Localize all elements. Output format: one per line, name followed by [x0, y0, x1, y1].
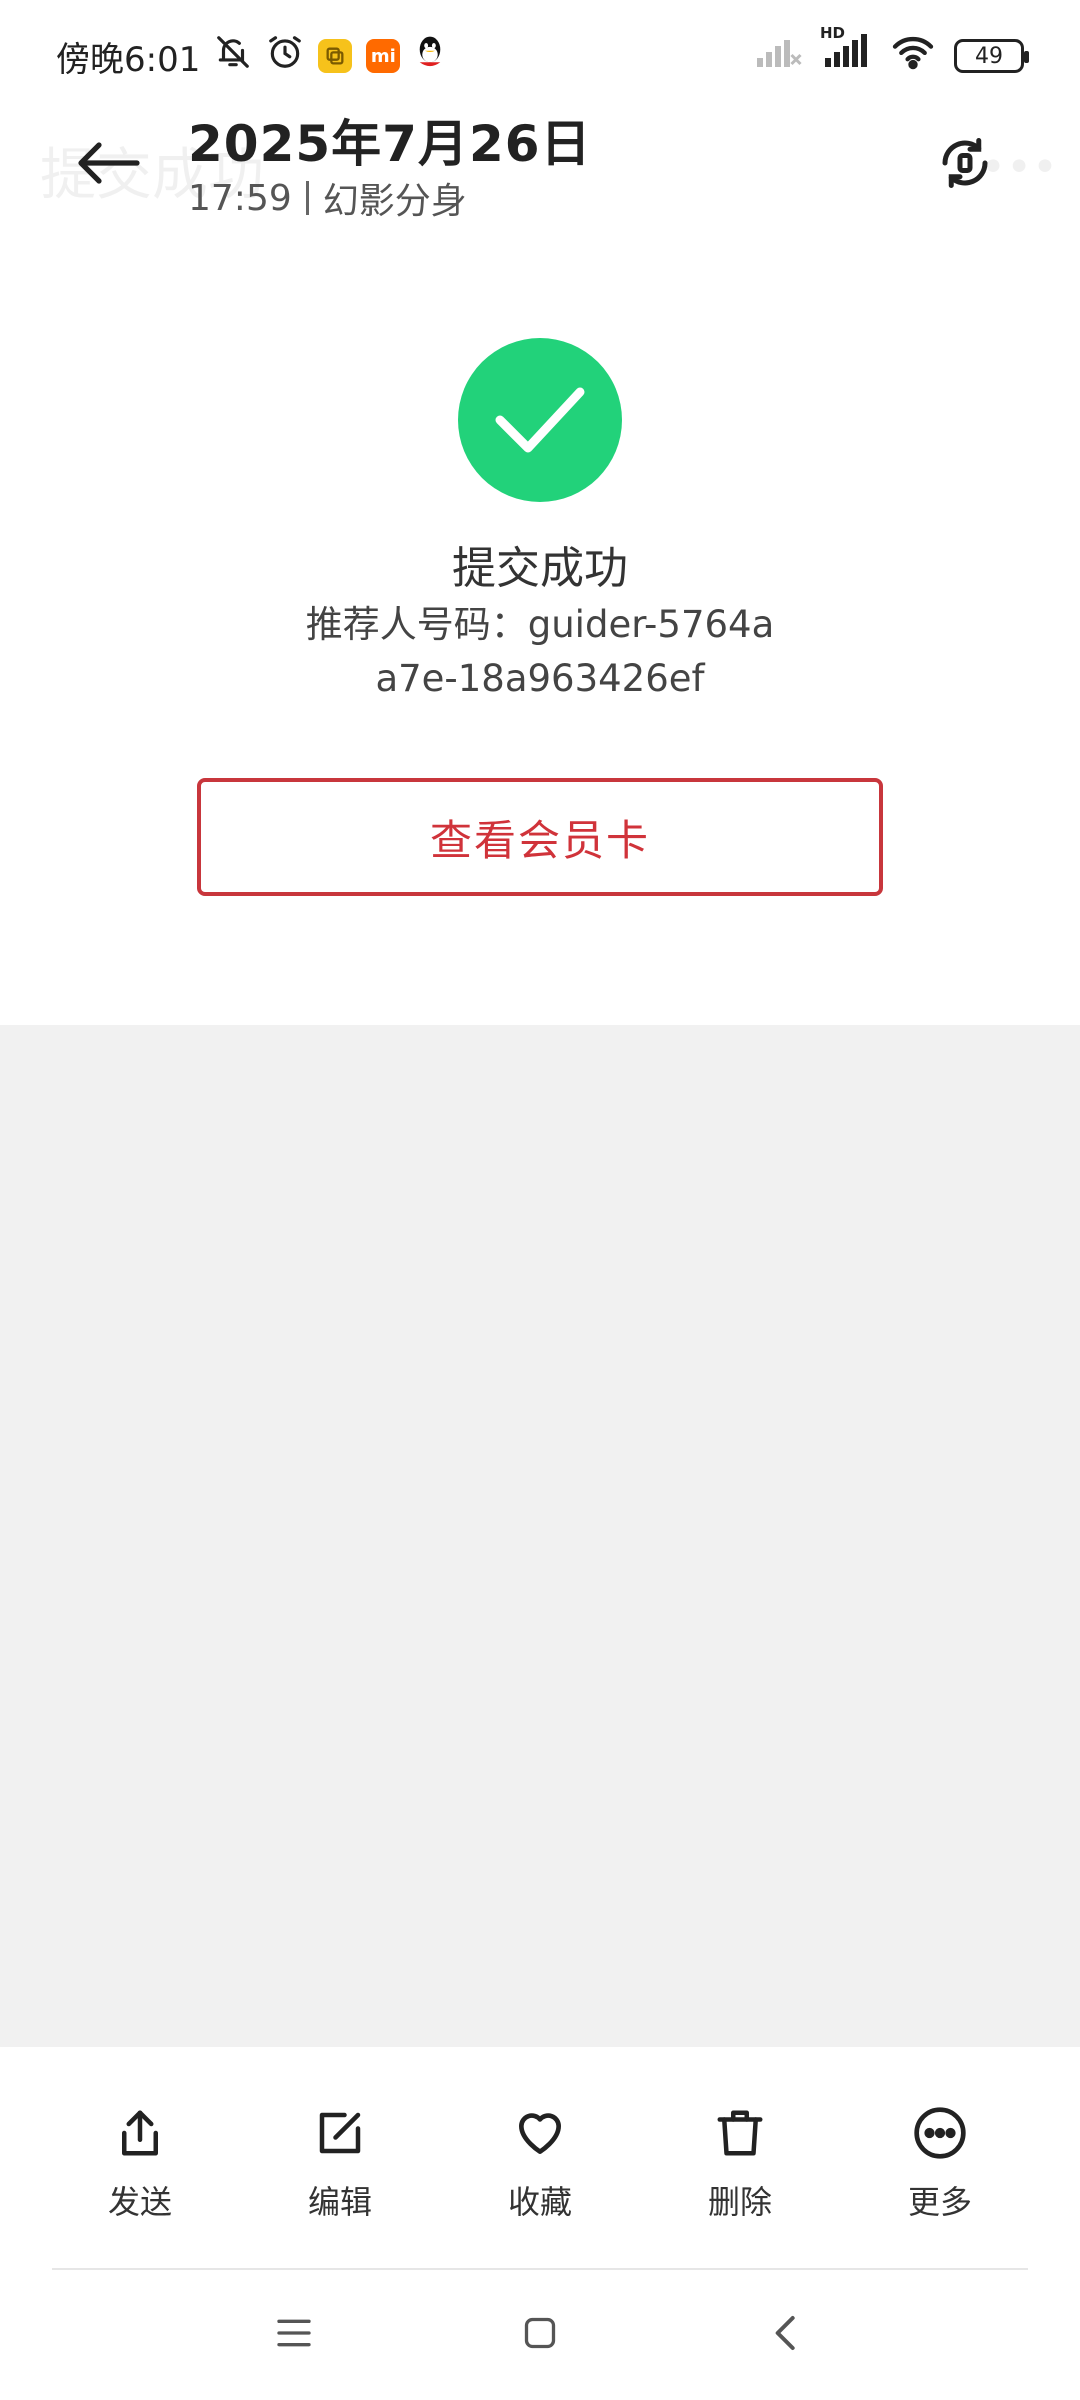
home-icon: [522, 2315, 558, 2355]
ghost-more-icon: •••: [980, 142, 1058, 193]
result-panel: 提交成功 推荐人号码：guider-5764aa7e-18a963426ef 查…: [0, 230, 1080, 1025]
back-button[interactable]: [64, 130, 154, 200]
header-time: 17:59: [188, 177, 292, 219]
status-left: 傍晚6:01 mi: [56, 32, 446, 81]
screenshot-page: 傍晚6:01 mi HD 49 提交成功 2025年7月26日 17:59 幻影…: [0, 0, 1080, 2400]
action-bar: 发送 编辑 收藏 删除 更多: [0, 2047, 1080, 2267]
empty-area: [0, 1025, 1080, 2047]
more-icon: [912, 2105, 968, 2165]
date-title: 2025年7月26日: [188, 115, 592, 173]
favorite-button[interactable]: 收藏: [465, 2105, 615, 2267]
more-label: 更多: [907, 2183, 972, 2221]
edit-button[interactable]: 编辑: [265, 2105, 415, 2267]
separator: [305, 181, 309, 215]
edit-icon: [313, 2105, 367, 2165]
system-nav-bar: [0, 2270, 1080, 2400]
referrer-label: 推荐人号码：: [305, 603, 528, 646]
recents-button[interactable]: [264, 2305, 324, 2365]
arrow-left-icon: [77, 141, 141, 189]
header-subline: 17:59 幻影分身: [188, 172, 467, 224]
status-bar: 傍晚6:01 mi HD 49: [0, 0, 1080, 112]
status-time: 傍晚6:01: [56, 39, 201, 80]
delete-button[interactable]: 删除: [665, 2105, 815, 2267]
heart-icon: [512, 2105, 568, 2165]
delete-label: 删除: [707, 2183, 772, 2221]
view-member-card-button[interactable]: 查看会员卡: [197, 778, 883, 896]
referrer-text: 推荐人号码：guider-5764aa7e-18a963426ef: [300, 598, 780, 706]
wifi-icon: [890, 34, 936, 79]
success-icon: [458, 338, 622, 502]
edit-label: 编辑: [307, 2183, 372, 2221]
menu-icon: [274, 2315, 314, 2355]
success-title: 提交成功: [452, 543, 628, 594]
bell-off-icon: [214, 33, 252, 80]
trash-icon: [713, 2105, 767, 2165]
header-source: 幻影分身: [322, 181, 467, 222]
signal-weak-icon: [754, 34, 802, 79]
send-button[interactable]: 发送: [65, 2105, 215, 2267]
battery-level: 49: [975, 43, 1003, 69]
battery-icon: 49: [954, 39, 1029, 73]
home-button[interactable]: [510, 2305, 570, 2365]
header: 提交成功 2025年7月26日 17:59 幻影分身 •••: [0, 100, 1080, 230]
favorite-label: 收藏: [507, 2183, 572, 2221]
qq-icon: [414, 34, 446, 79]
back-nav-button[interactable]: [756, 2305, 816, 2365]
signal-icon: HD: [820, 24, 872, 79]
back-icon: [772, 2313, 800, 2357]
more-button[interactable]: 更多: [865, 2105, 1015, 2267]
app-notification-icon: [318, 39, 353, 73]
share-icon: [113, 2105, 167, 2165]
send-label: 发送: [107, 2183, 172, 2221]
status-right: HD 49: [754, 24, 1029, 79]
alarm-icon: [266, 33, 304, 80]
mi-icon: mi: [366, 39, 401, 73]
network-label: HD: [820, 23, 846, 42]
